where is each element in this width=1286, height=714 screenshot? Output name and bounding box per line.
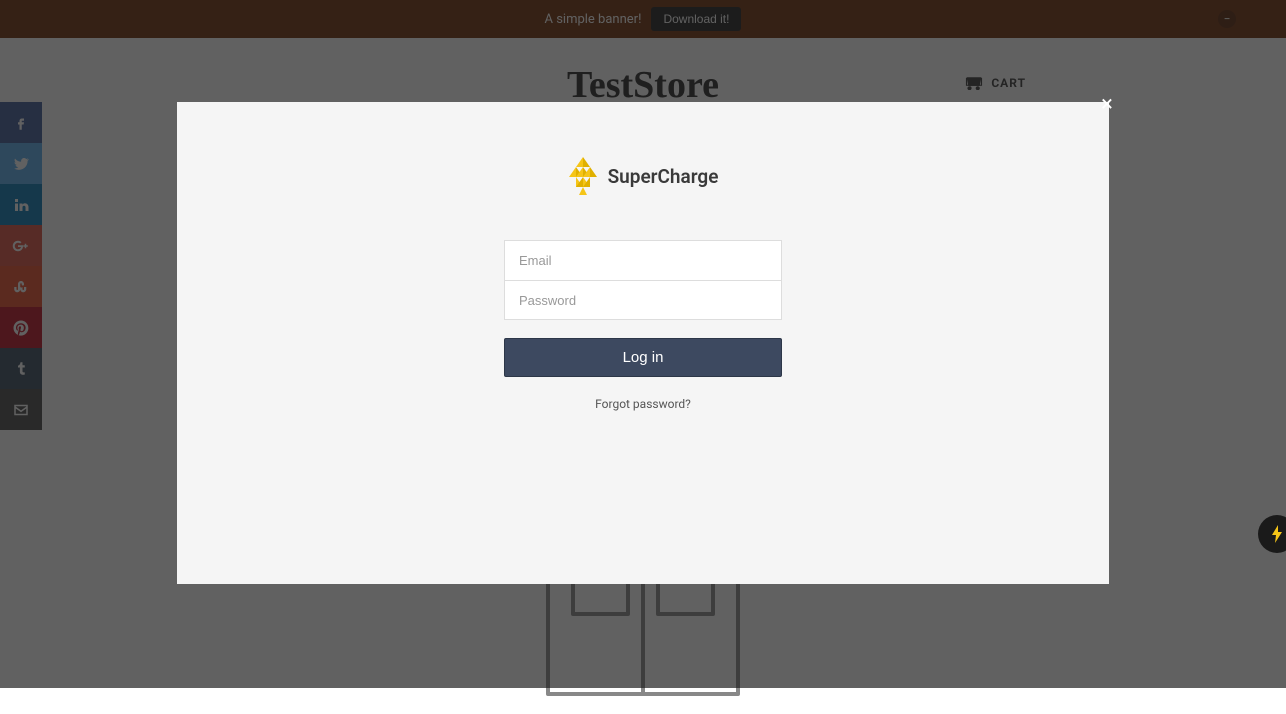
password-field[interactable] xyxy=(504,280,782,320)
login-form: Log in Forgot password? xyxy=(504,240,782,411)
modal-close-button[interactable]: × xyxy=(1095,92,1119,116)
close-icon: × xyxy=(1101,92,1113,117)
email-field[interactable] xyxy=(504,240,782,280)
modal-logo-text: SuperCharge xyxy=(608,165,719,188)
bolt-icon xyxy=(1270,525,1284,543)
modal-logo: SuperCharge xyxy=(568,157,719,195)
login-button[interactable]: Log in xyxy=(504,338,782,377)
login-modal: × SuperCharge xyxy=(177,102,1109,584)
modal-overlay[interactable]: × SuperCharge xyxy=(0,0,1286,688)
forgot-password-link[interactable]: Forgot password? xyxy=(504,397,782,411)
supercharge-logo-icon xyxy=(568,157,598,195)
